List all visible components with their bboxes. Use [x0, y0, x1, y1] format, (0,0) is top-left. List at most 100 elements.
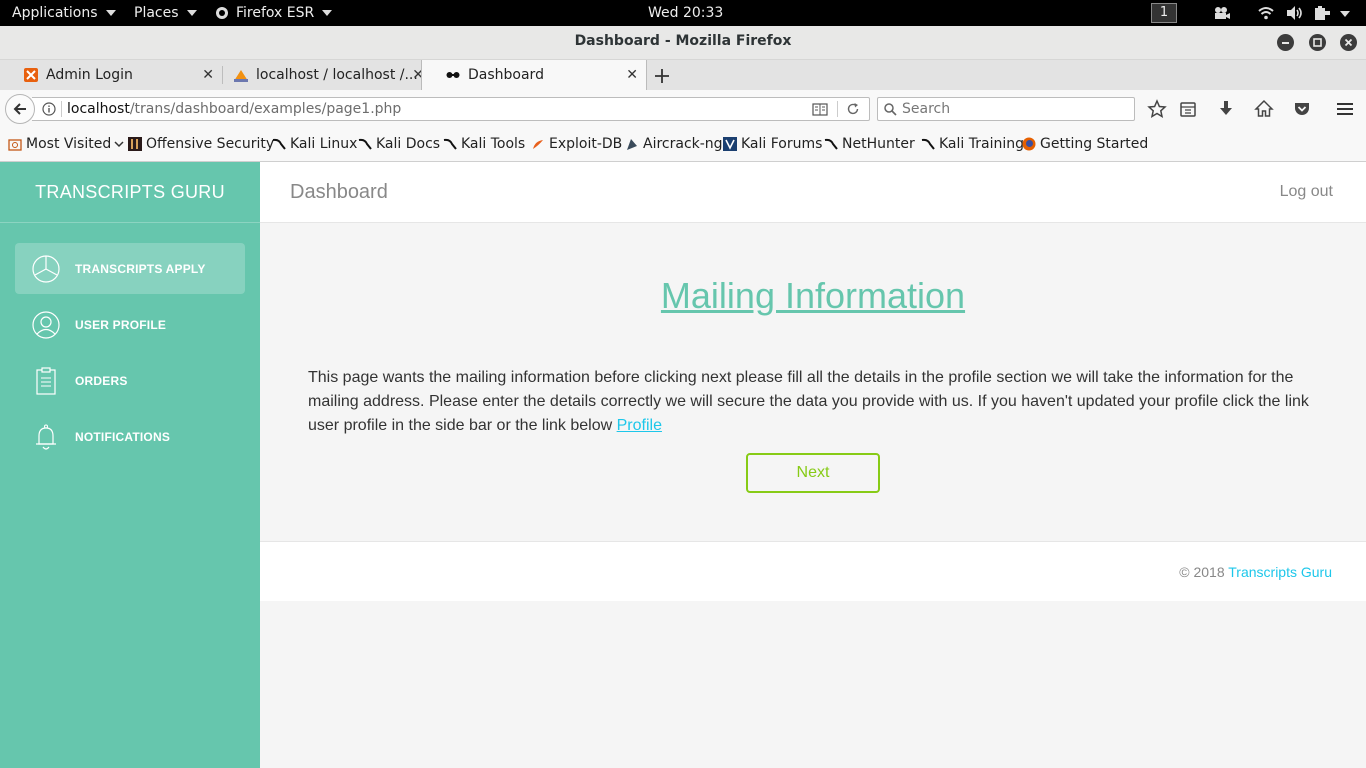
bookmark-kali-linux[interactable]: Kali Linux [272, 136, 357, 152]
bookmarks-menu-icon[interactable] [1178, 99, 1198, 119]
chevron-down-icon [105, 10, 116, 16]
new-tab-icon[interactable] [654, 68, 670, 84]
system-menu-chevron-icon[interactable] [1340, 11, 1350, 17]
close-window-button[interactable] [1340, 34, 1357, 51]
firefox-app-menu[interactable]: Firefox ESR [215, 0, 333, 26]
firefox-icon [1022, 137, 1036, 151]
sidebar-item-label: USER PROFILE [75, 318, 167, 332]
hamburger-menu-icon[interactable] [1335, 99, 1355, 119]
next-button[interactable]: Next [746, 453, 880, 493]
applications-label: Applications [12, 5, 98, 21]
bookmark-getting-started[interactable]: Getting Started [1022, 136, 1148, 152]
sidebar-item-transcripts-apply[interactable]: TRANSCRIPTS APPLY [15, 243, 245, 294]
offensive-security-icon [128, 137, 142, 151]
kali-forums-icon [723, 137, 737, 151]
chevron-down-icon [322, 10, 333, 16]
downloads-icon[interactable] [1216, 99, 1236, 119]
video-camera-icon[interactable] [1213, 5, 1231, 21]
bookmark-label: Kali Forums [741, 136, 823, 152]
bookmark-label: Offensive Security [146, 136, 275, 152]
clock[interactable]: Wed 20:33 [648, 0, 723, 26]
maximize-button[interactable] [1309, 34, 1326, 51]
aircrack-icon [627, 139, 637, 150]
bookmark-offensive-security[interactable]: Offensive Security [128, 136, 274, 152]
navigation-bar: localhost/trans/dashboard/examples/page1… [0, 90, 1366, 128]
wifi-icon[interactable] [1258, 5, 1274, 21]
bookmark-label: Getting Started [1040, 136, 1149, 152]
reader-view-icon[interactable] [812, 103, 828, 116]
brand-title[interactable]: TRANSCRIPTS GURU [0, 162, 260, 223]
sidebar-item-user-profile[interactable]: USER PROFILE [15, 299, 245, 350]
workspace-indicator[interactable]: 1 [1151, 3, 1177, 23]
bookmark-kali-tools[interactable]: Kali Tools [443, 136, 525, 152]
sidebar: TRANSCRIPTS GURU TRANSCRIPTS APPLY USER … [0, 162, 260, 768]
footer-brand-link[interactable]: Transcripts Guru [1228, 564, 1332, 580]
close-icon [1344, 38, 1353, 47]
search-input[interactable] [902, 100, 1122, 118]
folder-icon [8, 139, 22, 151]
mailing-information-heading[interactable]: Mailing Information [260, 275, 1366, 317]
close-tab-icon[interactable]: ✕ [626, 60, 638, 90]
logout-link[interactable]: Log out [1280, 183, 1333, 201]
bookmark-aircrack-ng[interactable]: Aircrack-ng [625, 136, 723, 152]
instructions-text: This page wants the mailing information … [308, 369, 1309, 434]
applications-menu[interactable]: Applications [12, 0, 116, 26]
bookmark-kali-training[interactable]: Kali Training [921, 136, 1024, 152]
bookmark-exploit-db[interactable]: Exploit-DB [531, 136, 622, 152]
tab-dashboard[interactable]: Dashboard ✕ [421, 60, 647, 90]
tab-phpmyadmin[interactable]: localhost / localhost /... ✕ [210, 60, 432, 90]
tab-bar: Admin Login ✕ localhost / localhost /...… [0, 60, 1366, 90]
volume-icon[interactable] [1286, 5, 1304, 21]
instructions-paragraph: This page wants the mailing information … [308, 366, 1318, 438]
search-box[interactable] [877, 97, 1135, 121]
bookmark-most-visited[interactable]: Most Visited [8, 136, 124, 152]
footer: © 2018 Transcripts Guru [260, 541, 1366, 601]
battery-icon[interactable] [1314, 5, 1332, 21]
bookmark-star-icon[interactable] [1147, 99, 1167, 119]
back-arrow-icon [13, 103, 26, 115]
url-text: localhost/trans/dashboard/examples/page1… [67, 101, 401, 117]
bookmark-kali-forums[interactable]: Kali Forums [723, 136, 822, 152]
places-label: Places [134, 5, 179, 21]
bookmark-nethunter[interactable]: NetHunter [824, 136, 915, 152]
window-titlebar: Dashboard - Mozilla Firefox [0, 26, 1366, 60]
sidebar-item-notifications[interactable]: NOTIFICATIONS [15, 411, 245, 462]
user-icon [32, 311, 60, 339]
chevron-down-icon [186, 10, 197, 16]
reload-icon[interactable] [846, 102, 860, 116]
bookmarks-toolbar: Most Visited Offensive Security Kali Lin… [0, 128, 1366, 162]
tab-label: Admin Login [46, 67, 133, 83]
places-menu[interactable]: Places [134, 0, 197, 26]
copyright-text: © 2018 [1179, 564, 1229, 580]
url-bar[interactable]: localhost/trans/dashboard/examples/page1… [32, 97, 870, 121]
page-title[interactable]: Dashboard [290, 181, 388, 204]
exploit-db-icon [533, 140, 543, 149]
xampp-favicon-icon [24, 68, 38, 82]
firefox-menu-label: Firefox ESR [236, 5, 315, 21]
gnome-top-bar: Applications Places Firefox ESR Wed 20:3… [0, 0, 1366, 26]
chevron-down-icon [114, 141, 124, 148]
url-path: /trans/dashboard/examples/page1.php [129, 101, 402, 117]
pocket-icon[interactable] [1292, 99, 1312, 119]
back-button[interactable] [5, 94, 35, 124]
bookmark-kali-docs[interactable]: Kali Docs [358, 136, 440, 152]
bookmark-label: Most Visited [26, 136, 112, 152]
kali-dragon-icon [824, 138, 838, 150]
dashboard-favicon-icon [446, 72, 460, 78]
info-icon[interactable] [42, 102, 56, 116]
url-divider [61, 101, 62, 117]
sidebar-item-orders[interactable]: ORDERS [15, 355, 245, 406]
bell-icon [36, 424, 56, 450]
copyright: © 2018 Transcripts Guru [1179, 564, 1332, 580]
bookmark-label: Exploit-DB [549, 136, 623, 152]
home-icon[interactable] [1254, 99, 1274, 119]
profile-link[interactable]: Profile [617, 417, 662, 434]
sidebar-item-label: ORDERS [75, 374, 128, 388]
tab-admin-login[interactable]: Admin Login ✕ [0, 60, 222, 90]
minimize-button[interactable] [1277, 34, 1294, 51]
tab-label: Dashboard [468, 67, 544, 83]
sidebar-item-label: TRANSCRIPTS APPLY [75, 262, 206, 276]
main-header: Dashboard Log out [260, 162, 1366, 223]
bookmark-label: Kali Tools [461, 136, 526, 152]
pie-chart-icon [32, 255, 60, 283]
